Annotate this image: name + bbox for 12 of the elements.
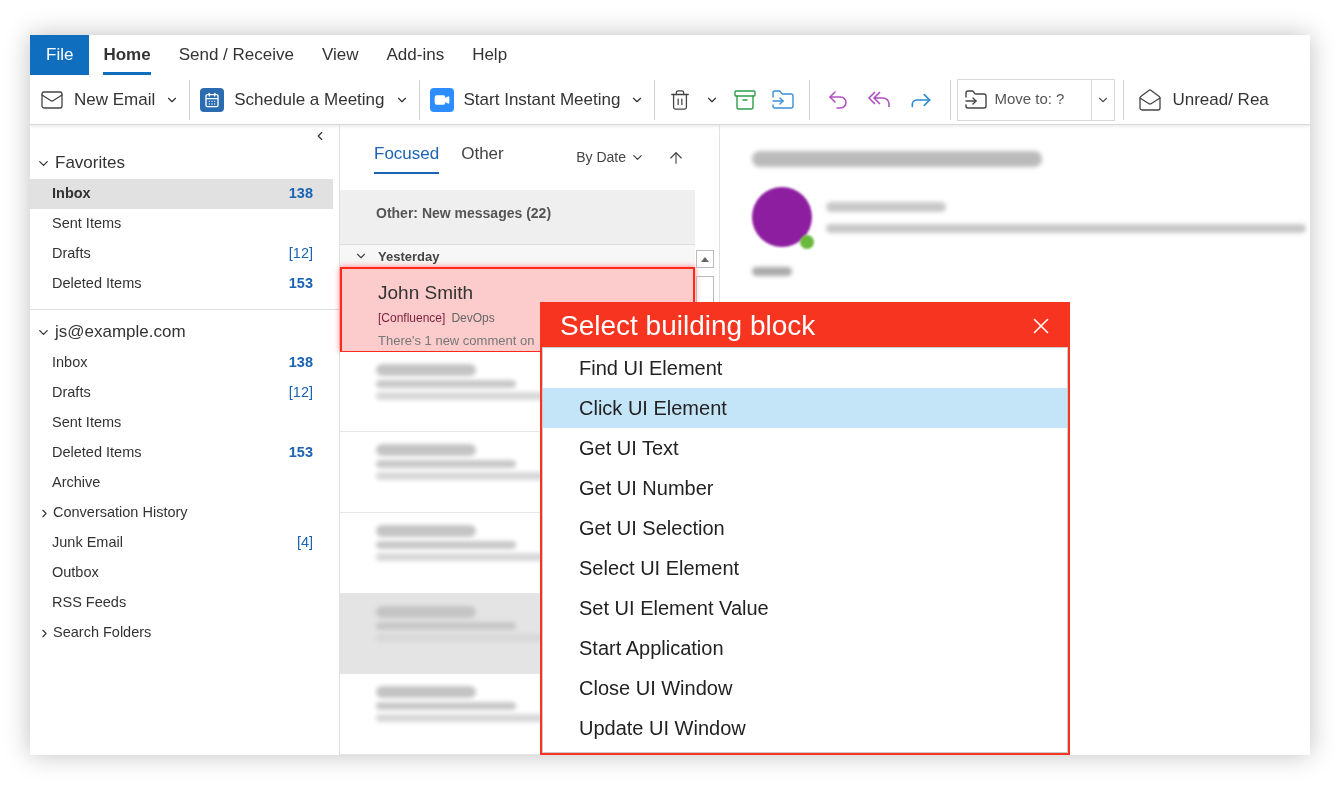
folder-count: 153 <box>288 274 313 294</box>
message-tag: [Confluence] <box>378 309 446 328</box>
folder-count: [12] <box>288 244 313 264</box>
message-preview: There's 1 new comment on <box>378 332 536 351</box>
folder-count: 138 <box>288 184 313 204</box>
sender-name: John Smith <box>378 281 475 306</box>
folder-count: [12] <box>288 383 313 403</box>
folder-count: [4] <box>296 533 313 553</box>
folder-count: 153 <box>288 443 313 463</box>
group-header: Yesterday <box>378 247 440 266</box>
folder-label: DevOps <box>451 310 495 328</box>
folder-count: 138 <box>288 353 313 373</box>
